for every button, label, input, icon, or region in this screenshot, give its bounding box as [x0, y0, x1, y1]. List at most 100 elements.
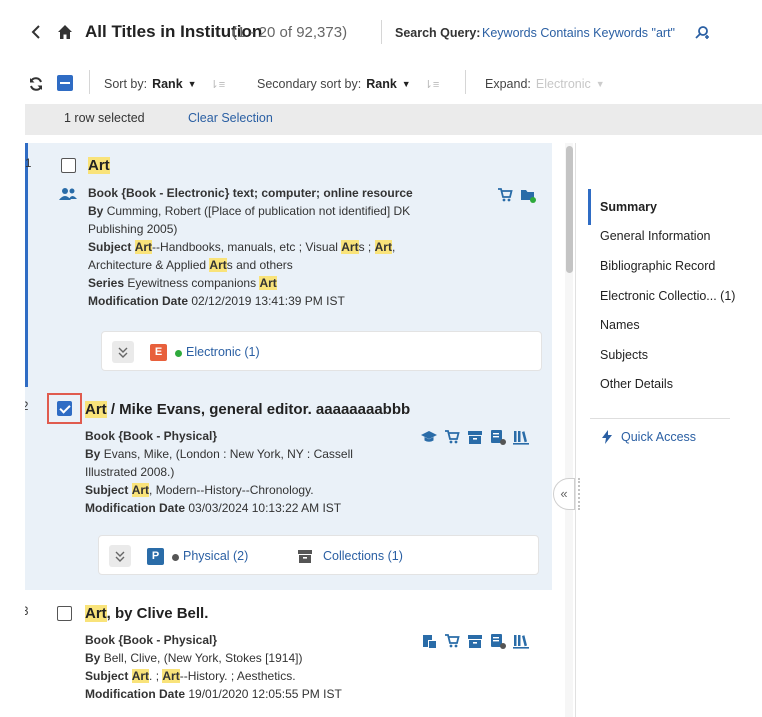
result-range: (1 - 20 of 92,373) — [232, 24, 348, 41]
result-author-cont: Illustrated 2008.) — [85, 465, 175, 479]
result-subject: Subject Art, Modern--History--Chronology… — [85, 481, 314, 499]
secondary-sort-value[interactable]: Rank — [366, 77, 397, 91]
row-checkbox[interactable] — [57, 606, 72, 621]
date-text: 19/01/2020 12:05:55 PM IST — [188, 687, 342, 701]
nav-names[interactable]: Names — [600, 318, 640, 332]
keyword-highlight: Art — [209, 258, 227, 272]
archive-icon[interactable] — [467, 429, 483, 445]
digitize-icon[interactable] — [421, 633, 437, 649]
electronic-badge: E — [150, 344, 167, 361]
type-text: Book {Book - Physical} — [85, 633, 218, 647]
chevron-down-icon[interactable]: ▼ — [402, 79, 411, 89]
search-query-value[interactable]: Keywords Contains Keywords "art" — [482, 26, 675, 40]
subject-text: Architecture & Applied — [88, 258, 207, 272]
field-label: Modification Date — [85, 687, 186, 701]
sort-direction-icon[interactable]: ⇂≡ — [210, 78, 226, 91]
result-title-text: , by Clive Bell. — [106, 605, 209, 622]
electronic-inventory-link[interactable]: Electronic (1) — [186, 345, 260, 359]
saved-search-icon[interactable] — [694, 25, 710, 41]
sort-direction-icon[interactable]: ⇂≡ — [424, 78, 440, 91]
library-icon[interactable] — [513, 429, 529, 445]
quick-access-link[interactable]: Quick Access — [621, 430, 696, 444]
clear-selection-link[interactable]: Clear Selection — [188, 111, 273, 125]
chevron-down-icon[interactable]: ▼ — [596, 79, 605, 89]
result-title[interactable]: Art — [88, 157, 110, 174]
nav-general-information[interactable]: General Information — [600, 229, 710, 243]
secondary-sort-control[interactable]: Secondary sort by: Rank ▼ ⇂≡ — [257, 77, 439, 91]
result-modification-date: Modification Date 02/12/2019 13:41:39 PM… — [88, 292, 345, 310]
nav-bibliographic-record[interactable]: Bibliographic Record — [600, 259, 715, 273]
result-subject: Subject Art. ; Art--History. ; Aesthetic… — [85, 667, 296, 685]
author-text: Cumming, Robert ([Place of publication n… — [106, 204, 411, 218]
result-type: Book {Book - Electronic} text; computer;… — [88, 184, 413, 202]
cart-icon[interactable] — [444, 429, 460, 445]
keyword-highlight: Art — [134, 240, 153, 254]
result-author: By Cumming, Robert ([Place of publicatio… — [88, 202, 410, 220]
chevron-down-icon[interactable]: ▼ — [188, 79, 197, 89]
expand-chevron-button[interactable] — [109, 545, 131, 567]
home-icon[interactable] — [57, 24, 73, 40]
result-series: Series Eyewitness companions Art — [88, 274, 277, 292]
archive-icon[interactable] — [467, 633, 483, 649]
subject-text: s ; — [358, 240, 372, 254]
nav-summary[interactable]: Summary — [600, 200, 657, 214]
back-arrow-icon[interactable] — [30, 24, 42, 40]
field-label: Series — [88, 276, 125, 290]
nav-other-details[interactable]: Other Details — [600, 377, 673, 391]
library-icon[interactable] — [513, 633, 529, 649]
scrollbar-thumb[interactable] — [566, 146, 573, 273]
nav-electronic-collections[interactable]: Electronic Collectio... (1) — [600, 289, 735, 303]
result-modification-date: Modification Date 03/03/2024 10:13:22 AM… — [85, 499, 341, 517]
available-status-icon — [175, 350, 182, 357]
row-checkbox[interactable] — [61, 158, 76, 173]
collapse-panel-button[interactable]: « — [553, 478, 575, 510]
row-number: 1 — [25, 158, 32, 170]
keyword-highlight: Art — [88, 157, 110, 174]
secondary-sort-label: Secondary sort by: — [257, 77, 362, 91]
result-row[interactable]: 1 Art Book {Book - Electronic} text; com… — [25, 143, 552, 387]
deselect-all-checkbox[interactable] — [57, 75, 73, 91]
selected-count: 1 row selected — [64, 111, 145, 125]
result-row[interactable]: 3 Art, by Clive Bell. Book {Book - Physi… — [25, 590, 552, 717]
result-author-cont: Publishing 2005) — [88, 222, 178, 236]
cart-icon[interactable] — [444, 633, 460, 649]
collections-link[interactable]: Collections (1) — [323, 549, 403, 563]
holdings-status-icon[interactable] — [490, 633, 506, 649]
folder-available-icon[interactable] — [520, 187, 536, 203]
sort-by-control[interactable]: Sort by: Rank ▼ ⇂≡ — [104, 77, 225, 91]
row-number: 3 — [25, 606, 29, 618]
cart-icon[interactable] — [497, 187, 513, 203]
nav-subjects[interactable]: Subjects — [600, 348, 648, 362]
panel-resize-handle[interactable] — [578, 478, 580, 510]
keyword-highlight: Art — [162, 669, 180, 683]
row-checkbox[interactable] — [57, 401, 72, 416]
subject-text: , — [391, 240, 396, 254]
users-icon — [59, 188, 77, 200]
active-nav-indicator — [588, 189, 591, 225]
result-title[interactable]: Art / Mike Evans, general editor. aaaaaa… — [85, 401, 410, 418]
expand-control[interactable]: Expand: Electronic ▼ — [485, 77, 605, 91]
result-row[interactable]: 2 Art / Mike Evans, general editor. aaaa… — [25, 387, 552, 590]
lightning-icon — [602, 430, 612, 444]
physical-inventory-link[interactable]: Physical (2) — [183, 549, 248, 563]
expand-value[interactable]: Electronic — [536, 77, 591, 91]
subject-text: s and others — [226, 258, 293, 272]
result-title[interactable]: Art, by Clive Bell. — [85, 605, 208, 622]
keyword-highlight: Art — [131, 483, 150, 497]
result-type: Book {Book - Physical} — [85, 427, 217, 445]
inventory-card: P Physical (2) Collections (1) — [98, 535, 539, 575]
author-text: Bell, Clive, (New York, Stokes [1914]) — [103, 651, 303, 665]
graduation-cap-icon[interactable] — [421, 429, 437, 445]
sort-by-value[interactable]: Rank — [152, 77, 183, 91]
sort-by-label: Sort by: — [104, 77, 148, 91]
expand-chevron-button[interactable] — [112, 341, 134, 363]
field-label: By — [85, 447, 101, 461]
result-subject-cont: Architecture & Applied Arts and others — [88, 256, 293, 274]
refresh-icon[interactable] — [28, 76, 44, 92]
expand-label: Expand: — [485, 77, 531, 91]
holdings-status-icon[interactable] — [490, 429, 506, 445]
subject-text: , Modern--History--Chronology. — [149, 483, 314, 497]
result-title-text: / Mike Evans, general editor. aaaaaaaabb… — [106, 401, 411, 418]
field-label: Subject — [85, 483, 129, 497]
subject-text: --Handbooks, manuals, etc ; Visual — [152, 240, 338, 254]
